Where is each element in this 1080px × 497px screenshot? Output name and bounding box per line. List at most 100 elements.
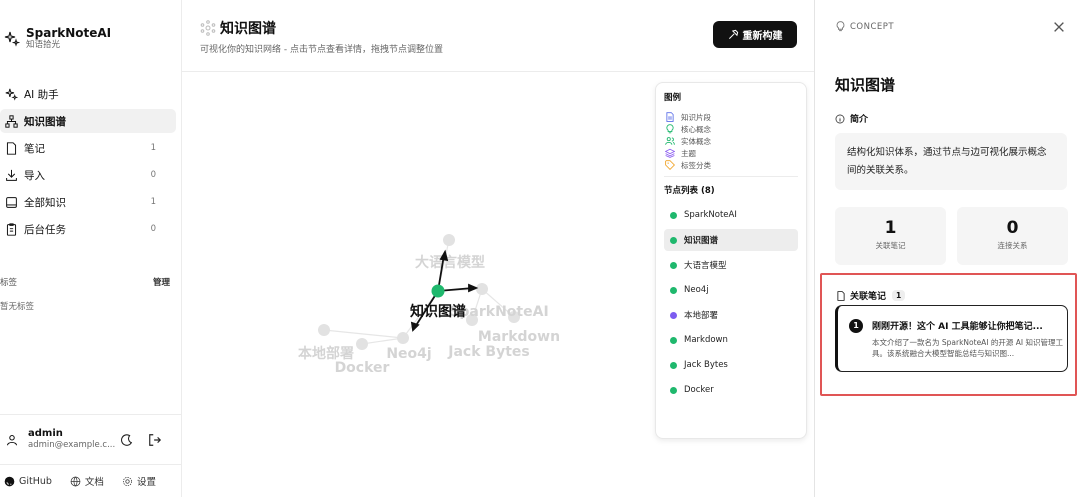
legend-item-topic: 主题 [665, 147, 798, 159]
node-color-dot [670, 211, 677, 219]
file-icon [837, 290, 845, 301]
intro-heading: 简介 [835, 112, 868, 125]
users-icon [665, 137, 675, 145]
tag-icon [665, 160, 675, 170]
brand-subtitle: 知语拾光 [26, 40, 61, 50]
brand[interactable]: SparkNoteAI 知语拾光 [4, 26, 111, 51]
node-list-item[interactable]: SparkNoteAI [664, 204, 798, 226]
graph-icon [200, 20, 216, 36]
sidebar-item-ai-assistant[interactable]: AI 助手 [0, 82, 176, 106]
github-icon [4, 476, 15, 486]
legend-label: 标签分类 [681, 160, 711, 170]
sidebar-item-background-tasks[interactable]: 后台任务 0 [0, 217, 176, 241]
page-title-text: 知识图谱 [220, 21, 276, 37]
node-color-dot [670, 261, 677, 269]
sidebar-item-count: 0 [150, 224, 156, 234]
graph-node-knowledge-graph [431, 284, 445, 298]
node-color-dot [670, 361, 677, 369]
legend-item-entity: 实体概念 [665, 135, 798, 147]
intro-text: 结构化知识体系，通过节点与边可视化展示概念间的关联关系。 [835, 133, 1067, 190]
manage-tags-link[interactable]: 管理 [153, 276, 170, 288]
graph-label-docker: Docker [335, 360, 390, 376]
stat-value: 1 [884, 218, 897, 238]
node-list: SparkNoteAI 知识图谱大语言模型 Neo4j 本地部署 Markdown Jac… [664, 204, 798, 401]
tags-heading: 标签 [0, 278, 18, 288]
graph-label-jack-bytes: Jack Bytes [447, 344, 529, 360]
legend-item-fragment: 知识片段 [665, 111, 798, 123]
node-color-dot [670, 336, 677, 344]
github-link[interactable]: GitHub [4, 476, 52, 487]
node-list-item[interactable]: 本地部署 [664, 304, 798, 326]
download-icon [6, 169, 17, 181]
globe-icon [70, 476, 81, 486]
node-list-label: 知识图谱 [684, 236, 719, 246]
stat-label: 关联笔记 [875, 241, 906, 250]
sidebar-footer: GitHub 文档 设置 [0, 464, 182, 497]
tags-header: 标签 管理 [0, 276, 170, 288]
sidebar-item-label: AI 助手 [24, 88, 59, 101]
node-list-label: Neo4j [684, 285, 709, 295]
concept-title: 知识图谱 [835, 76, 896, 94]
legend-title: 图例 [664, 93, 682, 103]
legend-label: 主题 [681, 148, 696, 158]
node-list-label: 本地部署 [684, 311, 719, 321]
file-icon [6, 141, 17, 155]
related-count-badge: 1 [892, 290, 906, 301]
settings-link[interactable]: 设置 [122, 474, 156, 488]
sidebar-item-all-knowledge[interactable]: 全部知识 1 [0, 190, 176, 214]
sidebar-item-label: 笔记 [24, 142, 45, 155]
related-notes-heading: 关联笔记 1 [836, 289, 906, 302]
graph-node-neo4j [397, 332, 409, 344]
page-title: 知识图谱 [200, 18, 276, 38]
node-list-item[interactable]: 知识图谱 [664, 229, 798, 251]
related-note-card[interactable]: 1 刚刚开源！这个 AI 工具能够让你把笔记... 本文介绍了一款名为 Spar… [835, 305, 1068, 372]
node-list-item[interactable]: Markdown [664, 329, 798, 351]
sidebar-item-notes[interactable]: 笔记 1 [0, 136, 176, 160]
graph-label-markdown: Markdown [478, 329, 560, 345]
concept-tag: CONCEPT [835, 21, 894, 32]
book-icon [6, 196, 17, 208]
node-list-item[interactable]: 大语言模型 [664, 254, 798, 276]
node-list-label: Jack Bytes [684, 360, 728, 370]
graph-node-llm [443, 234, 455, 246]
tags-empty-text: 暂无标签 [0, 302, 35, 312]
node-color-dot [670, 311, 677, 319]
legend-panel: 图例 知识片段 核心概念 实体概念 主题 标签分类 节点列表 (8) Spark… [655, 82, 807, 439]
sparkle-icon [4, 31, 20, 47]
theme-toggle-icon[interactable] [120, 433, 134, 447]
graph-label-local-deploy: 本地部署 [298, 345, 354, 362]
logout-icon[interactable] [148, 433, 162, 447]
related-notes-heading-text: 关联笔记 [850, 292, 887, 302]
node-list-label: Markdown [684, 335, 728, 345]
node-list-item[interactable]: Jack Bytes [664, 354, 798, 376]
node-color-dot [670, 236, 677, 244]
sidebar-item-label: 导入 [24, 169, 45, 182]
user-profile: admin admin@example.c... [0, 414, 182, 464]
node-list-label: SparkNoteAI [684, 210, 737, 220]
docs-link[interactable]: 文档 [70, 474, 104, 488]
stat-connections: 0 连接关系 [957, 207, 1068, 265]
sidebar-item-import[interactable]: 导入 0 [0, 163, 176, 187]
user-email: admin@example.c... [28, 440, 116, 450]
concept-detail-panel: CONCEPT 知识图谱 简介 结构化知识体系，通过节点与边可视化展示概念间的关… [814, 0, 1080, 497]
github-label: GitHub [19, 475, 52, 487]
close-icon[interactable] [1052, 20, 1066, 34]
clipboard-icon [6, 222, 17, 236]
graph-label-knowledge-graph: 知识图谱 [410, 303, 466, 320]
legend-item-tag: 标签分类 [665, 159, 798, 171]
node-list-item[interactable]: Docker [664, 379, 798, 401]
node-list-item[interactable]: Neo4j [664, 279, 798, 301]
rebuild-button[interactable]: 重新构建 [713, 21, 797, 48]
sidebar-item-count: 1 [150, 143, 156, 153]
graph-node-docker [356, 338, 368, 350]
sidebar-item-knowledge-graph[interactable]: 知识图谱 [0, 109, 176, 133]
docs-label: 文档 [84, 477, 104, 488]
node-list-label: Docker [684, 385, 714, 395]
related-notes-section: 关联笔记 1 1 刚刚开源！这个 AI 工具能够让你把笔记... 本文介绍了一款… [820, 273, 1077, 396]
legend-label: 核心概念 [681, 124, 711, 134]
sidebar-item-label: 全部知识 [24, 196, 66, 209]
page-description: 可视化你的知识网络 - 点击节点查看详情，拖拽节点调整位置 [200, 45, 443, 55]
node-color-dot [670, 386, 677, 394]
sidebar-item-label: 知识图谱 [24, 115, 66, 128]
user-name: admin [28, 428, 63, 439]
